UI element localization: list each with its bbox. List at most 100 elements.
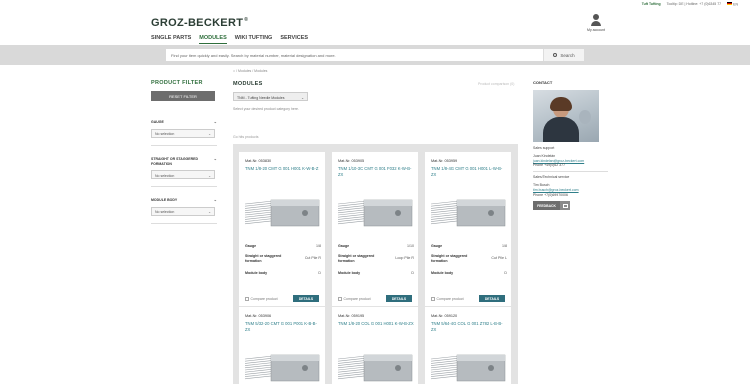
mail-icon-button[interactable]: [560, 201, 570, 211]
checkbox-icon: [245, 297, 249, 301]
filter-select-module-body[interactable]: No selection ⌄: [151, 206, 215, 216]
contact-title: CONTACT: [533, 80, 553, 85]
spec-value: 1/10: [407, 244, 414, 248]
spec-label: Module body: [338, 271, 361, 275]
product-card[interactable]: Mat-Nr. 059120 TNM 5/64-4G COL G 001 Z78…: [425, 307, 511, 387]
product-title-link[interactable]: TNM 1/8-4G CMT G 001 H001 L-W-B-ZX: [431, 166, 507, 178]
details-button[interactable]: DETAILS: [479, 295, 505, 302]
reset-filter-button[interactable]: RESET FILTER: [151, 91, 215, 101]
site-header: GROZ-BECKERT® My account: [0, 12, 750, 44]
filter-value: No selection: [155, 210, 175, 214]
product-card[interactable]: Mat-Nr. 053830 TNM 1/8-20 CMT G 001 H001…: [239, 152, 325, 306]
spec-label: Module body: [431, 271, 454, 275]
compare-label: Compare product: [436, 297, 464, 301]
product-card[interactable]: Mat-Nr. 053906 TNM 5/32-20 CMT G 001 P00…: [239, 307, 325, 387]
sales-support-label: Sales support: [533, 146, 555, 150]
compare-checkbox[interactable]: Compare product: [245, 297, 278, 301]
product-card[interactable]: Mat-Nr. 053905 TNM 1/10-3C CMT G 001 F03…: [332, 152, 418, 306]
module-highlight: [457, 200, 505, 206]
filter-select-formation[interactable]: No selection ⌄: [151, 170, 215, 179]
product-title-link[interactable]: TNM 1/8-20 COL G 001 H001 K-W-B-ZX: [338, 321, 414, 327]
chevron-down-icon: ⌄: [208, 210, 211, 214]
product-card[interactable]: Mat-Nr. 059195 TNM 1/8-20 COL G 001 H001…: [332, 307, 418, 387]
search-button-label: Search: [560, 52, 575, 58]
filter-value: No selection: [155, 132, 175, 136]
filter-select-gauge[interactable]: No selection ⌄: [151, 128, 215, 138]
tufting-link[interactable]: Tuft Tufting: [642, 2, 661, 6]
material-number: Mat-Nr. 059120: [431, 314, 458, 318]
spec-label: Straight or staggered formation: [245, 254, 282, 263]
compare-checkbox[interactable]: Compare product: [431, 297, 464, 301]
spec-module-body: Module body D: [245, 271, 321, 276]
filter-group-gauge: GAUGE ⌄ No selection ⌄: [151, 119, 217, 146]
chevron-down-icon[interactable]: ⌄: [214, 197, 217, 203]
nav-services[interactable]: SERVICES: [280, 35, 308, 44]
search-icon: [553, 53, 558, 57]
divider: [151, 186, 217, 187]
person-hair: [550, 97, 572, 111]
material-number: Mat-Nr. 053959: [431, 159, 458, 163]
main-navigation: SINGLE PARTS MODULES WIKI TUFTING SERVIC…: [151, 35, 308, 44]
spec-label: Gauge: [338, 244, 350, 248]
language-switch[interactable]: EN: [727, 1, 738, 6]
compare-label: Compare product: [343, 297, 371, 301]
product-title-link[interactable]: TNM 5/64-4G COL G 001 Z782 L-B-B-ZX: [431, 321, 507, 333]
my-account-button[interactable]: My account: [585, 14, 607, 32]
feedback-button[interactable]: FEEDBACK: [533, 201, 560, 211]
product-title-link[interactable]: TNM 1/8-20 CMT G 001 H001 K-W-B-Z: [245, 166, 321, 172]
filter-label: STRAIGHT OR STAGGERED FORMATION: [151, 157, 198, 166]
module-hole: [395, 365, 401, 371]
user-icon: [593, 14, 599, 20]
spec-gauge: Gauge 1/10: [338, 244, 414, 249]
divider: [533, 171, 608, 173]
needle-module-image: [244, 199, 320, 227]
chevron-down-icon[interactable]: ⌄: [214, 119, 217, 125]
spec-label: Module body: [245, 271, 268, 275]
nav-wiki-tufting[interactable]: WIKI TUFTING: [235, 35, 273, 44]
groz-beckert-logo[interactable]: GROZ-BECKERT®: [151, 17, 248, 29]
category-select[interactable]: TNM - Tufting Needle Modules ⌄: [233, 92, 308, 101]
compare-checkbox[interactable]: Compare product: [338, 297, 371, 301]
needle-module-image: [430, 199, 506, 227]
needle-module-image: [430, 354, 506, 382]
search-band: Find your item quickly and easily. Searc…: [0, 45, 750, 65]
compare-label: Compare product: [250, 297, 278, 301]
spec-label: Straight or staggered formation: [338, 254, 375, 263]
module-hole: [488, 210, 494, 216]
product-card[interactable]: Mat-Nr. 053959 TNM 1/8-4G CMT G 001 H001…: [425, 152, 511, 306]
module-hole: [395, 210, 401, 216]
product-title-link[interactable]: TNM 1/10-3C CMT G 001 F032 K-W-B-ZX: [338, 166, 414, 178]
search-input[interactable]: Find your item quickly and easily. Searc…: [166, 49, 543, 61]
needle-module-image: [244, 354, 320, 382]
needle-module-image: [337, 199, 413, 227]
search-button[interactable]: Search: [543, 49, 584, 61]
spec-label: Gauge: [245, 244, 257, 248]
breadcrumb[interactable]: ⌂ / Modules / Modules: [233, 69, 267, 73]
logo-text: GROZ-BECKERT: [151, 17, 244, 29]
tech-phone: Phone +7(0)69970006: [533, 192, 568, 197]
spec-module-body: Module body D: [431, 271, 507, 276]
chevron-down-icon[interactable]: ⌄: [214, 156, 217, 162]
details-button[interactable]: DETAILS: [386, 295, 412, 302]
filter-title: PRODUCT FILTER: [151, 80, 203, 86]
module-highlight: [364, 200, 412, 206]
category-value: TNM - Tufting Needle Modules: [237, 95, 285, 100]
nav-modules[interactable]: MODULES: [199, 35, 227, 44]
flag-icon: [727, 1, 733, 6]
module-highlight: [271, 200, 319, 206]
details-button[interactable]: DETAILS: [293, 295, 319, 302]
spec-formation: Straight or staggered formation Cut Pile …: [431, 254, 507, 264]
contact-photo: [533, 90, 599, 142]
logo-registered-mark: ®: [244, 17, 249, 23]
nav-single-parts[interactable]: SINGLE PARTS: [151, 35, 191, 44]
module-hole: [302, 365, 308, 371]
chevron-down-icon: ⌄: [301, 95, 304, 100]
material-number: Mat-Nr. 053905: [338, 159, 365, 163]
user-icon-body: [591, 21, 601, 26]
spec-gauge: Gauge 1/8: [431, 244, 507, 249]
product-title-link[interactable]: TNM 5/32-20 CMT G 001 P001 K-B-B-ZX: [245, 321, 321, 333]
module-hole: [302, 210, 308, 216]
module-highlight: [364, 355, 412, 361]
product-comparison-link[interactable]: Product comparison (0): [478, 82, 514, 86]
spec-value: 1/8: [316, 244, 321, 248]
